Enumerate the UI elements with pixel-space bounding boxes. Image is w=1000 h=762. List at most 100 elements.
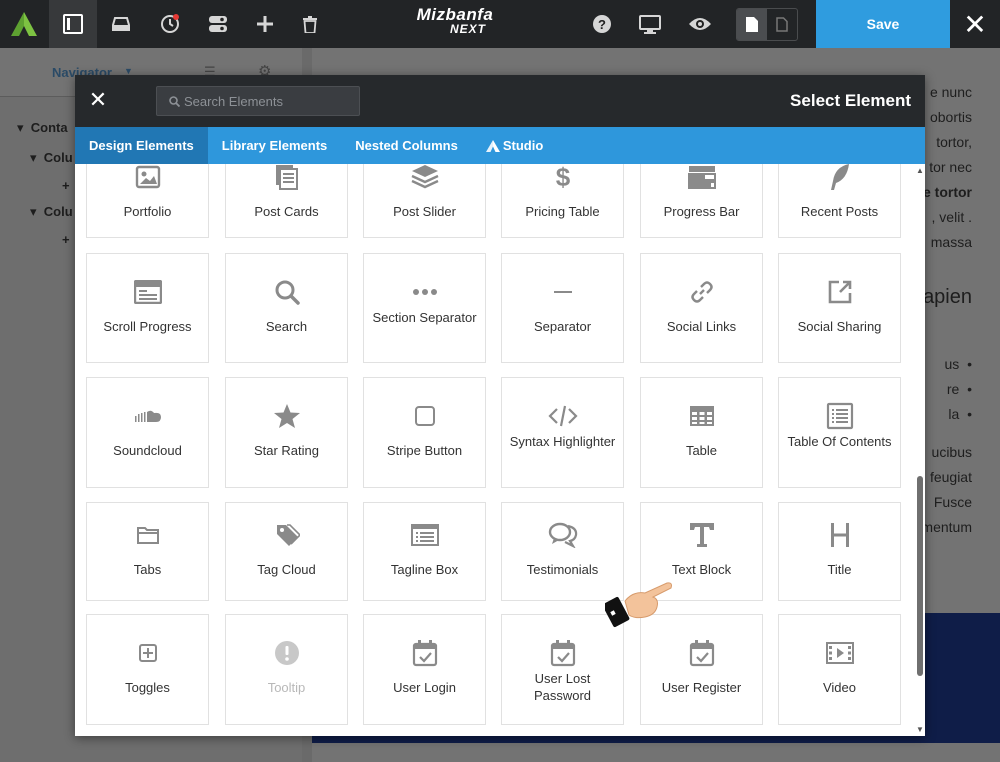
preview-eye-icon[interactable] xyxy=(676,0,724,48)
element-card-label: Stripe Button xyxy=(386,443,463,458)
comments-icon xyxy=(502,519,623,551)
calendar-check-icon xyxy=(364,637,485,669)
element-card-scroll-progress[interactable]: Scroll Progress xyxy=(86,253,209,363)
builder-toolbar: Mizbanfa NEXT ? Save ✕ xyxy=(0,0,1000,48)
scrollbar-thumb[interactable] xyxy=(917,476,923,676)
preview-text: us • xyxy=(944,356,972,372)
modal-header: ✕ Select Element xyxy=(75,75,925,127)
element-card-label: Tag Cloud xyxy=(257,562,316,577)
history-icon[interactable] xyxy=(146,0,194,48)
tree-item-column[interactable]: ▾ Colu xyxy=(30,150,73,166)
preview-text: feugiat xyxy=(929,469,972,485)
add-element-icon[interactable] xyxy=(241,0,289,48)
navigator-toggle-icon[interactable] xyxy=(49,0,97,48)
studio-logo-icon xyxy=(485,139,500,152)
square-icon xyxy=(364,400,485,432)
tab-design-elements[interactable]: Design Elements xyxy=(75,127,208,164)
element-card-stripe-button[interactable]: Stripe Button xyxy=(363,377,486,488)
element-card-social-sharing[interactable]: Social Sharing xyxy=(778,253,901,363)
scroll-down-icon[interactable]: ▼ xyxy=(916,725,924,734)
soundcloud-icon xyxy=(87,400,208,432)
element-card-user-lost-password[interactable]: User Lost Password xyxy=(501,614,624,725)
element-card-pricing-table[interactable]: $ Pricing Table xyxy=(501,164,624,238)
element-card-table[interactable]: Table xyxy=(640,377,763,488)
element-card-label: Text Block xyxy=(671,562,732,577)
tree-add-icon[interactable]: + xyxy=(62,178,70,193)
code-icon xyxy=(502,400,623,432)
tree-add-icon[interactable]: + xyxy=(62,232,70,247)
element-card-star-rating[interactable]: Star Rating xyxy=(225,377,348,488)
tab-studio[interactable]: Studio xyxy=(472,127,557,164)
preview-text: re • xyxy=(946,381,972,397)
view-mode-toggle[interactable] xyxy=(736,8,798,41)
element-card-social-links[interactable]: Social Links xyxy=(640,253,763,363)
modal-title: Select Element xyxy=(790,91,911,110)
calendar-check-icon xyxy=(641,637,762,669)
help-icon[interactable]: ? xyxy=(578,0,626,48)
element-card-label: Tagline Box xyxy=(390,562,459,577)
element-card-toggles[interactable]: Toggles xyxy=(86,614,209,725)
library-icon[interactable] xyxy=(97,0,145,48)
element-card-user-register[interactable]: User Register xyxy=(640,614,763,725)
close-icon[interactable]: ✕ xyxy=(85,87,111,113)
save-button[interactable]: Save xyxy=(816,0,950,48)
pointing-hand-icon xyxy=(605,582,672,627)
post-slider-icon xyxy=(364,164,485,193)
element-card-table-of-contents[interactable]: Table Of Contents xyxy=(778,377,901,488)
element-card-label: Tooltip xyxy=(267,680,306,695)
preview-text: ucibus xyxy=(931,444,972,460)
exclamation-circle-icon xyxy=(226,637,347,669)
element-card-portfolio[interactable]: Portfolio xyxy=(86,164,209,238)
preview-text: e tortor xyxy=(923,184,972,200)
element-card-title[interactable]: Title xyxy=(778,502,901,601)
element-card-progress-bar[interactable]: Progress Bar xyxy=(640,164,763,238)
page-view-icon[interactable] xyxy=(737,9,767,40)
element-card-user-login[interactable]: User Login xyxy=(363,614,486,725)
search-input[interactable] xyxy=(180,92,356,110)
tab-library-elements[interactable]: Library Elements xyxy=(208,127,342,164)
element-card-soundcloud[interactable]: Soundcloud xyxy=(86,377,209,488)
brand-line-1: Mizbanfa xyxy=(416,5,494,24)
brand-logo: Mizbanfa NEXT xyxy=(405,5,505,36)
tree-item-container[interactable]: ▾ Conta xyxy=(17,120,68,136)
element-card-label: Tabs xyxy=(133,562,162,577)
svg-text:$: $ xyxy=(555,164,570,191)
avada-logo-icon[interactable] xyxy=(0,0,48,48)
calendar-check-icon xyxy=(502,637,623,669)
preview-text: tor nec xyxy=(929,159,972,175)
list-icon xyxy=(779,400,900,432)
element-card-label: Testimonials xyxy=(526,562,599,577)
dollar-icon: $ xyxy=(502,164,623,193)
element-card-recent-posts[interactable]: Recent Posts xyxy=(778,164,901,238)
element-card-separator[interactable]: Separator xyxy=(501,253,624,363)
element-card-tag-cloud[interactable]: Tag Cloud xyxy=(225,502,348,601)
tree-item-column[interactable]: ▾ Colu xyxy=(30,204,73,220)
modal-scrollbar[interactable]: ▲ ▼ xyxy=(915,164,925,736)
element-card-video[interactable]: Video xyxy=(778,614,901,725)
preview-text: e nunc xyxy=(929,84,972,100)
link-icon xyxy=(641,276,762,308)
trash-icon[interactable] xyxy=(286,0,334,48)
element-card-syntax-highlighter[interactable]: Syntax Highlighter xyxy=(501,377,624,488)
blank-page-icon[interactable] xyxy=(767,9,797,40)
search-box[interactable] xyxy=(156,86,360,116)
portfolio-icon xyxy=(87,164,208,193)
element-card-section-separator[interactable]: Section Separator xyxy=(363,253,486,363)
feather-icon xyxy=(779,164,900,193)
element-card-post-cards[interactable]: Post Cards xyxy=(225,164,348,238)
svg-text:?: ? xyxy=(598,17,606,32)
element-card-tagline-box[interactable]: Tagline Box xyxy=(363,502,486,601)
preview-text: obortis xyxy=(929,109,972,125)
preview-text: tortor, xyxy=(936,134,972,150)
scroll-up-icon[interactable]: ▲ xyxy=(916,166,924,175)
element-card-tabs[interactable]: Tabs xyxy=(86,502,209,601)
element-card-search[interactable]: Search xyxy=(225,253,348,363)
tab-nested-columns[interactable]: Nested Columns xyxy=(341,127,472,164)
layout-sections-icon[interactable] xyxy=(194,0,242,48)
close-builder-icon[interactable]: ✕ xyxy=(950,0,1000,48)
element-card-label: Title xyxy=(827,562,852,577)
element-card-label: Post Slider xyxy=(393,204,456,219)
element-card-post-slider[interactable]: Post Slider xyxy=(363,164,486,238)
folder-icon xyxy=(87,519,208,551)
desktop-preview-icon[interactable] xyxy=(626,0,674,48)
